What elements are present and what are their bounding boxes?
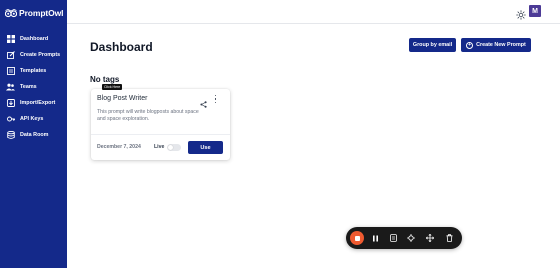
sidebar-item-label: Create Prompts [20, 52, 61, 58]
sun-icon[interactable] [516, 7, 526, 20]
section-heading: No tags [90, 75, 120, 84]
stop-icon [354, 235, 360, 241]
card-title[interactable]: Blog Post Writer [97, 95, 147, 102]
live-toggle[interactable] [167, 144, 181, 151]
card-description: This prompt will write blogposts about s… [97, 109, 199, 122]
notes-icon[interactable] [386, 231, 400, 245]
top-bar [67, 0, 560, 24]
recording-toolbar [346, 227, 462, 249]
live-label: Live [154, 144, 165, 150]
sidebar-item-label: Dashboard [20, 36, 49, 42]
page-title: Dashboard [90, 40, 153, 54]
more-options-icon[interactable] [213, 95, 218, 103]
tooltip: Click Here [102, 84, 123, 90]
teams-icon [6, 83, 15, 92]
sidebar-item-data-room[interactable]: Data Room [6, 127, 60, 143]
use-button[interactable]: Use [188, 141, 223, 154]
owl-logo-icon [5, 8, 17, 17]
pause-icon[interactable] [368, 231, 382, 245]
sidebar-item-label: Templates [20, 68, 47, 74]
group-by-email-button[interactable]: Group by email [409, 38, 456, 52]
sidebar-nav: Dashboard Create Prompts Templates Teams… [6, 31, 60, 143]
sidebar-item-label: Teams [20, 84, 37, 90]
crosshair-icon[interactable] [404, 231, 418, 245]
sidebar: PromptOwl Dashboard Create Prompts Templ… [0, 0, 67, 268]
sidebar-item-label: Data Room [20, 132, 49, 138]
edit-icon [6, 51, 15, 60]
move-icon[interactable] [423, 231, 437, 245]
share-icon[interactable] [200, 95, 207, 108]
avatar[interactable]: M [529, 5, 541, 17]
sidebar-item-api-keys[interactable]: API Keys [6, 111, 60, 127]
create-new-prompt-label: Create New Prompt [476, 42, 526, 48]
stop-recording-button[interactable] [350, 231, 364, 245]
toggle-knob [168, 145, 173, 150]
dashboard-icon [6, 35, 15, 44]
card-divider [91, 134, 230, 135]
import-export-icon [6, 99, 15, 108]
create-new-prompt-button[interactable]: + Create New Prompt [461, 38, 531, 52]
card-date: December 7, 2024 [97, 144, 141, 150]
database-icon [6, 131, 15, 140]
logo-text: PromptOwl [19, 8, 64, 18]
group-by-email-label: Group by email [412, 42, 453, 48]
sidebar-item-import-export[interactable]: Import/Export [6, 95, 60, 111]
sidebar-item-dashboard[interactable]: Dashboard [6, 31, 60, 47]
sidebar-item-templates[interactable]: Templates [6, 63, 60, 79]
templates-icon [6, 67, 15, 76]
prompt-card[interactable]: Blog Post Writer This prompt will write … [91, 89, 230, 160]
trash-icon[interactable] [442, 231, 456, 245]
sidebar-item-label: API Keys [20, 116, 44, 122]
plus-circle-icon: + [466, 41, 474, 49]
sidebar-item-teams[interactable]: Teams [6, 79, 60, 95]
sidebar-item-create-prompts[interactable]: Create Prompts [6, 47, 60, 63]
sidebar-item-label: Import/Export [20, 100, 56, 106]
logo[interactable]: PromptOwl [5, 8, 64, 18]
key-icon [6, 115, 15, 124]
